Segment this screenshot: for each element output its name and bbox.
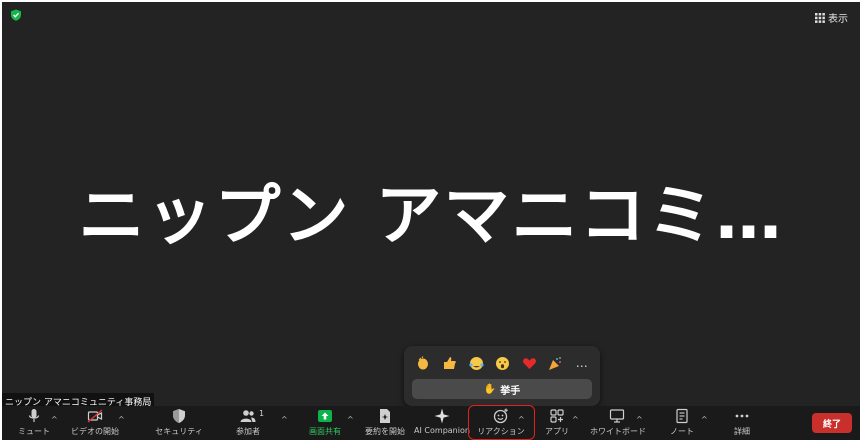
view-button-label: 表示 bbox=[828, 14, 848, 25]
shield-check-icon[interactable] bbox=[10, 9, 22, 21]
whiteboard-options-caret-icon[interactable]: ^ bbox=[636, 415, 643, 424]
video-options-caret-icon[interactable]: ^ bbox=[118, 415, 125, 424]
reactions-highlight-outline bbox=[468, 405, 535, 440]
tears-of-joy-emoji-icon[interactable] bbox=[463, 352, 490, 374]
whiteboard-label: ホワイトボード bbox=[590, 427, 646, 436]
microphone-icon bbox=[28, 409, 40, 422]
mute-options-caret-icon[interactable]: ^ bbox=[51, 415, 58, 424]
party-popper-emoji-icon[interactable] bbox=[543, 352, 570, 374]
end-meeting-button[interactable]: 終了 bbox=[812, 413, 852, 433]
apps-icon bbox=[550, 409, 564, 423]
clap-emoji-icon[interactable] bbox=[410, 352, 437, 374]
emoji-row: … bbox=[410, 352, 596, 374]
apps-button[interactable]: アプリ bbox=[540, 408, 574, 438]
start-summary-label: 要約を開始 bbox=[365, 427, 405, 436]
grid-icon bbox=[815, 12, 825, 23]
meeting-window: 表示 ニップン アマニコミ… ニップン アマニコミュニティ事務局 … ✋ 挙手 … bbox=[2, 2, 860, 440]
raise-hand-icon: ✋ bbox=[483, 383, 497, 395]
ai-companion-button[interactable]: AI Companion bbox=[414, 408, 470, 438]
participant-count-badge: 1 bbox=[259, 409, 265, 418]
share-screen-icon bbox=[318, 410, 332, 422]
video-off-icon bbox=[87, 409, 103, 423]
more-reactions-button[interactable]: … bbox=[569, 352, 596, 374]
participants-icon bbox=[240, 410, 256, 422]
start-summary-button[interactable]: 要約を開始 bbox=[360, 408, 410, 438]
thumbs-up-emoji-icon[interactable] bbox=[437, 352, 464, 374]
reactions-popup: … ✋ 挙手 bbox=[404, 346, 600, 406]
sparkle-icon bbox=[434, 408, 450, 424]
whiteboard-icon bbox=[609, 409, 625, 423]
start-video-label: ビデオの開始 bbox=[71, 427, 119, 436]
participants-options-caret-icon[interactable]: ^ bbox=[281, 415, 288, 424]
shield-icon bbox=[173, 409, 185, 423]
more-button[interactable]: 詳細 bbox=[724, 408, 760, 438]
notes-button[interactable]: ノート bbox=[662, 408, 702, 438]
raise-hand-button[interactable]: ✋ 挙手 bbox=[412, 379, 592, 399]
more-dots-icon bbox=[735, 414, 749, 418]
security-label: セキュリティ bbox=[155, 427, 203, 436]
open-mouth-emoji-icon[interactable] bbox=[490, 352, 517, 374]
participants-label: 参加者 bbox=[236, 427, 260, 436]
mute-button[interactable]: ミュート bbox=[16, 408, 52, 438]
meeting-toolbar: ミュート ^ ビデオの開始 ^ セキュリティ 参加者 1 ^ 画面共有 ^ 要約… bbox=[2, 406, 860, 440]
summary-document-icon bbox=[380, 409, 390, 423]
notes-icon bbox=[676, 408, 688, 424]
share-options-caret-icon[interactable]: ^ bbox=[347, 415, 354, 424]
security-button[interactable]: セキュリティ bbox=[154, 408, 204, 438]
apps-label: アプリ bbox=[545, 427, 569, 436]
share-screen-button[interactable]: 画面共有 bbox=[304, 408, 346, 438]
notes-options-caret-icon[interactable]: ^ bbox=[701, 415, 708, 424]
raise-hand-label: 挙手 bbox=[500, 385, 521, 397]
ai-companion-label: AI Companion bbox=[414, 426, 470, 435]
more-label: 詳細 bbox=[734, 427, 750, 436]
notes-label: ノート bbox=[670, 427, 694, 436]
share-screen-label: 画面共有 bbox=[309, 427, 341, 436]
red-heart-emoji-icon[interactable] bbox=[516, 352, 543, 374]
start-video-button[interactable]: ビデオの開始 bbox=[70, 408, 120, 438]
mute-label: ミュート bbox=[18, 427, 50, 436]
participant-display-name: ニップン アマニコミ… bbox=[78, 177, 784, 254]
view-button[interactable]: 表示 bbox=[815, 10, 848, 25]
apps-options-caret-icon[interactable]: ^ bbox=[572, 415, 579, 424]
